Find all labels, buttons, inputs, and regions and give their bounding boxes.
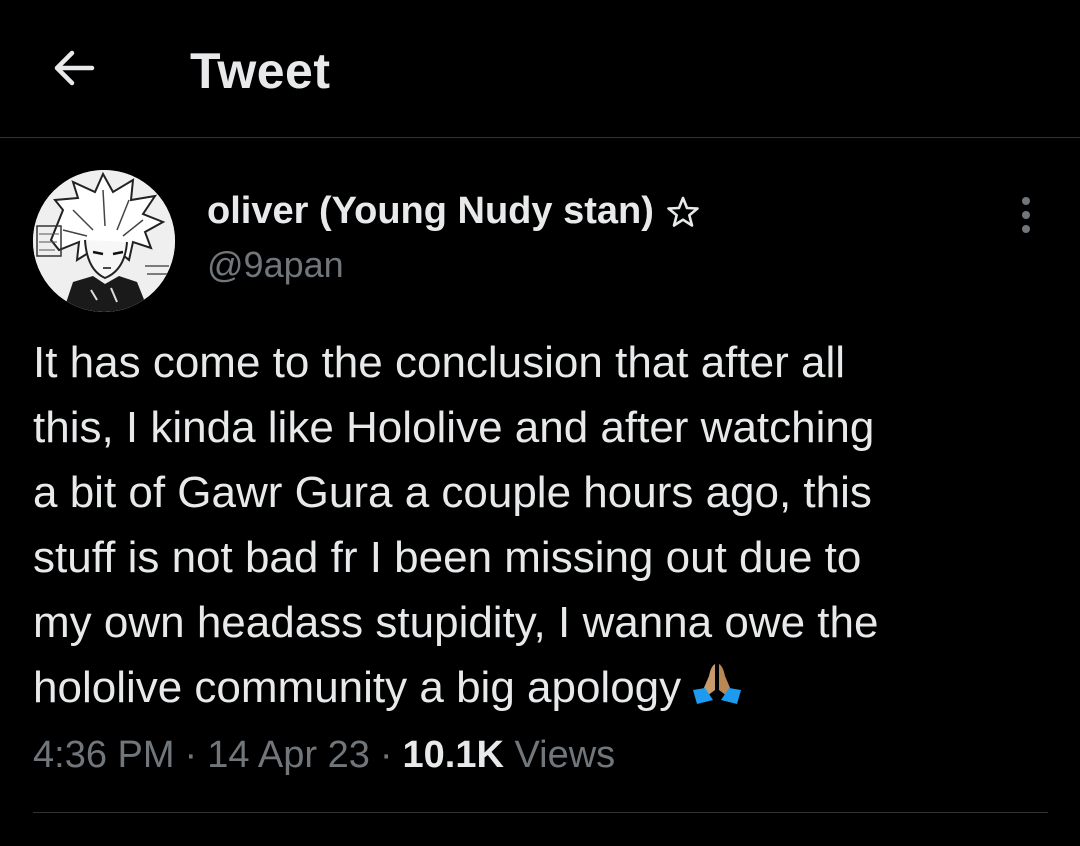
folded-hands-icon (691, 659, 743, 705)
tweet-date[interactable]: 14 Apr 23 (207, 734, 370, 776)
tweet-text-line: hololive community a big apology (33, 663, 682, 712)
author-handle[interactable]: @9apan (207, 244, 344, 286)
tweet-text-line: It has come to the conclusion that after… (33, 338, 846, 387)
author-name-row[interactable]: oliver (Young Nudy stan) (207, 190, 700, 233)
avatar[interactable] (33, 170, 175, 312)
top-bar: Tweet (0, 0, 1080, 138)
more-vertical-icon (1022, 197, 1030, 233)
tweet-text-line: my own headass stupidity, I wanna owe th… (33, 598, 879, 647)
star-icon (666, 195, 700, 229)
views-count[interactable]: 10.1K (403, 734, 504, 776)
manga-avatar-image (33, 170, 175, 312)
back-button[interactable] (44, 38, 104, 98)
tweet-text-line: a bit of Gawr Gura a couple hours ago, t… (33, 468, 872, 517)
tweet-text: It has come to the conclusion that after… (33, 330, 1043, 720)
tweet-meta: 4:36 PM · 14 Apr 23 · 10.1K Views (33, 734, 615, 777)
page-title: Tweet (190, 43, 331, 99)
meta-separator: · (379, 734, 393, 776)
tweet-text-line-last: hololive community a big apology (33, 655, 1043, 720)
tweet-time[interactable]: 4:36 PM (33, 734, 175, 776)
arrow-left-icon (54, 50, 95, 86)
more-options-button[interactable] (1004, 190, 1048, 240)
tweet-text-line: this, I kinda like Hololive and after wa… (33, 403, 875, 452)
tweet-text-line: stuff is not bad fr I been missing out d… (33, 533, 862, 582)
meta-separator: · (184, 734, 198, 776)
views-label[interactable]: Views (515, 734, 616, 776)
divider (33, 812, 1048, 813)
display-name: oliver (Young Nudy stan) (207, 190, 654, 232)
